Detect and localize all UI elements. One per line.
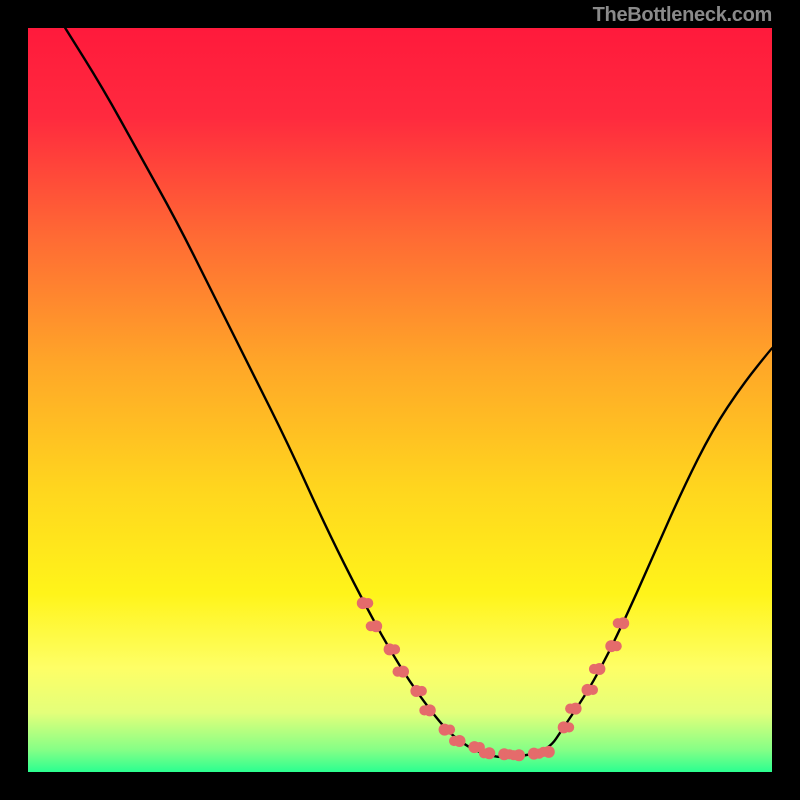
data-marker bbox=[417, 686, 427, 696]
chart-outer: TheBottleneck.com bbox=[0, 0, 800, 800]
data-marker bbox=[612, 641, 622, 651]
data-marker bbox=[564, 722, 574, 732]
data-marker bbox=[588, 685, 598, 695]
plot-area bbox=[28, 28, 772, 772]
data-marker bbox=[565, 704, 575, 714]
data-marker bbox=[419, 705, 429, 715]
data-marker bbox=[363, 598, 373, 608]
data-marker bbox=[445, 725, 455, 735]
gradient-background bbox=[28, 28, 772, 772]
chart-svg bbox=[28, 28, 772, 772]
data-marker bbox=[366, 621, 376, 631]
data-marker bbox=[390, 644, 400, 654]
data-marker bbox=[393, 667, 403, 677]
data-marker bbox=[479, 748, 489, 758]
data-marker bbox=[449, 736, 459, 746]
data-marker bbox=[613, 618, 623, 628]
data-marker bbox=[538, 747, 548, 757]
attribution-text: TheBottleneck.com bbox=[593, 4, 772, 27]
data-marker bbox=[589, 664, 599, 674]
data-marker bbox=[509, 750, 519, 760]
plot-frame bbox=[28, 28, 772, 772]
